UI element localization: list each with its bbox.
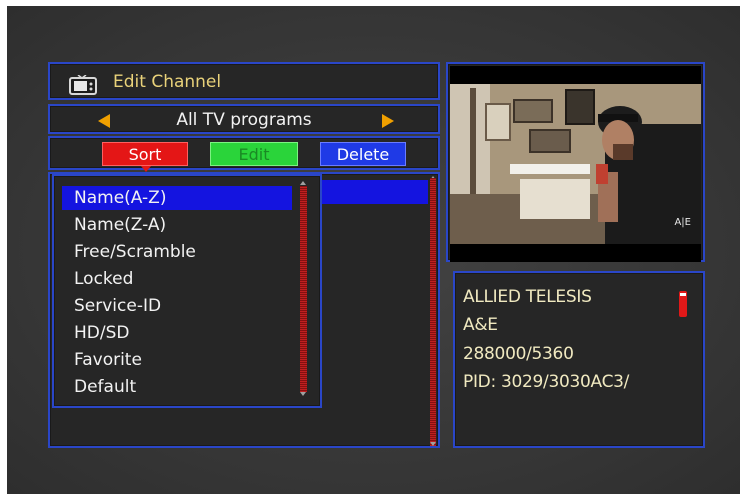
arrow-right-icon[interactable]: [382, 114, 394, 128]
satellite-name: ALLIED TELESIS: [463, 287, 592, 307]
scroll-down-icon[interactable]: [430, 442, 436, 446]
sort-option-name-za[interactable]: Name(Z-A): [62, 213, 292, 237]
channel-list-highlight[interactable]: [320, 180, 428, 204]
sort-option-hd-sd[interactable]: HD/SD: [62, 321, 292, 345]
video-preview: A|E: [446, 62, 705, 262]
edit-button[interactable]: Edit: [210, 142, 298, 166]
video-frame: A|E: [450, 84, 701, 244]
header-bar: Edit Channel: [48, 62, 440, 100]
sort-option-service-id[interactable]: Service-ID: [62, 294, 292, 318]
delete-button[interactable]: Delete: [320, 142, 406, 166]
frequency-symbolrate: 288000/5360: [463, 344, 574, 364]
info-icon: [679, 291, 687, 317]
action-bar: Sort Edit Delete: [48, 136, 440, 172]
channel-info-panel: ALLIED TELESIS A&E 288000/5360 PID: 3029…: [453, 271, 705, 448]
page-title: Edit Channel: [113, 72, 222, 92]
program-group-bar[interactable]: All TV programs: [48, 104, 440, 134]
sort-menu-scrollbar[interactable]: [300, 186, 307, 392]
sort-menu: Name(A-Z) Name(Z-A) Free/Scramble Locked…: [52, 174, 322, 408]
channel-name: A&E: [463, 315, 498, 335]
scroll-up-icon[interactable]: [300, 181, 306, 185]
sort-button[interactable]: Sort: [102, 142, 188, 172]
video-scene: [450, 84, 701, 244]
sort-option-default[interactable]: Default: [62, 375, 292, 399]
sort-option-free-scramble[interactable]: Free/Scramble: [62, 240, 292, 264]
sort-option-locked[interactable]: Locked: [62, 267, 292, 291]
letterbox-top: [450, 66, 701, 84]
tv-icon: [69, 75, 97, 95]
scroll-down-icon[interactable]: [300, 392, 306, 396]
channel-list-scrollbar[interactable]: [430, 178, 436, 446]
sort-option-favorite[interactable]: Favorite: [62, 348, 292, 372]
pid-info: PID: 3029/3030AC3/: [463, 372, 630, 392]
sort-option-name-az[interactable]: Name(A-Z): [62, 186, 292, 210]
letterbox-bottom: [450, 244, 701, 262]
program-group-label: All TV programs: [176, 110, 312, 130]
channel-logo-watermark: A|E: [674, 217, 691, 228]
